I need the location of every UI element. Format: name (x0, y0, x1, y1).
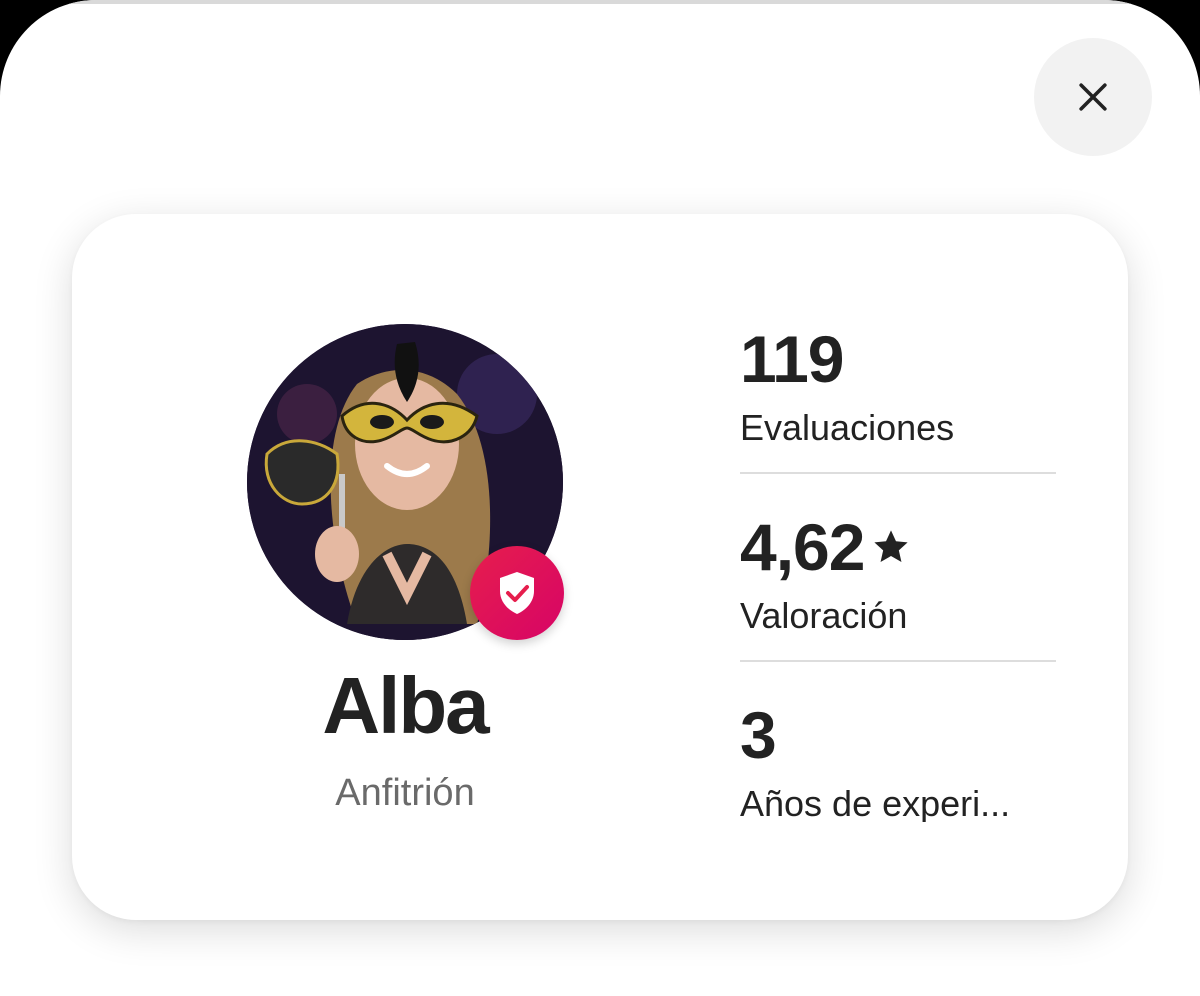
stat-divider (740, 660, 1056, 662)
stat-experience: 3 Años de experi... (740, 702, 1056, 822)
shield-check-icon (500, 572, 534, 614)
stat-experience-value: 3 (740, 702, 1056, 768)
sheet-top-edge (40, 0, 1160, 4)
stat-divider (740, 472, 1056, 474)
stat-reviews-number: 119 (740, 322, 844, 396)
host-profile-card[interactable]: Alba Anfitrión 119 Evaluaciones 4,62 Val… (72, 214, 1128, 920)
modal-sheet: Alba Anfitrión 119 Evaluaciones 4,62 Val… (0, 0, 1200, 996)
stat-rating: 4,62 Valoración (740, 514, 1056, 634)
stat-rating-number: 4,62 (740, 510, 865, 584)
stat-reviews-value: 119 (740, 326, 1056, 392)
stat-experience-label: Años de experi... (740, 786, 1011, 822)
stat-reviews: 119 Evaluaciones (740, 326, 1056, 446)
close-button[interactable] (1034, 38, 1152, 156)
host-name: Alba (322, 661, 489, 750)
stat-rating-label: Valoración (740, 598, 908, 634)
stat-experience-number: 3 (740, 698, 777, 772)
close-icon (1079, 83, 1107, 111)
stat-rating-value: 4,62 (740, 514, 1056, 580)
stat-reviews-label: Evaluaciones (740, 410, 955, 446)
verified-badge (470, 546, 564, 640)
host-role: Anfitrión (335, 772, 475, 814)
star-icon (874, 530, 909, 562)
